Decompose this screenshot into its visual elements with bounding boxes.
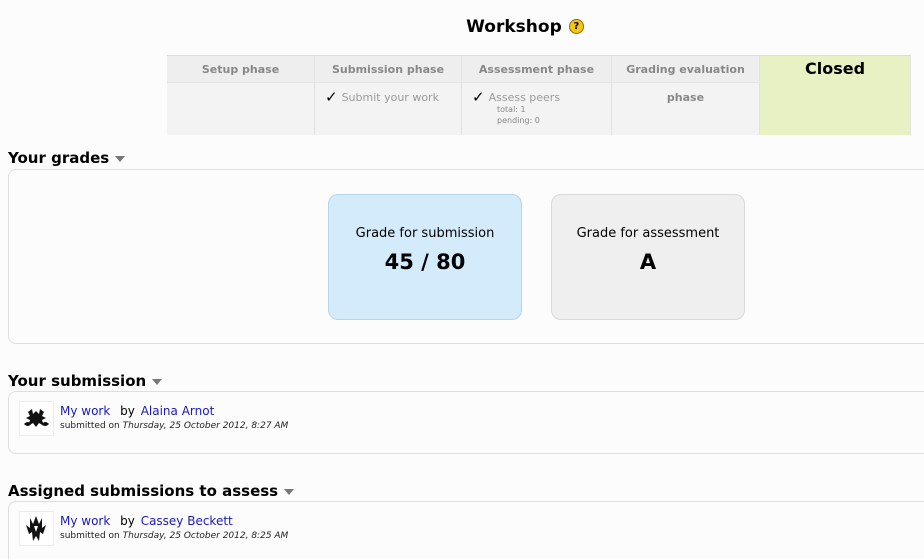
page-title-bar: Workshop ? [0,16,924,37]
avatar [19,511,54,546]
section-title: Your submission [8,372,147,390]
submitted-label: submitted on [60,421,120,431]
phase-title: Assessment phase [462,56,611,83]
submission-grade-label: Grade for submission [355,226,495,241]
workshop-phases: Setup phase Submission phase ✓ Submit yo… [167,55,911,135]
section-title: Your grades [8,149,110,167]
submitted-date: Thursday, 25 October 2012, 8:25 AM [122,531,289,541]
submission-item: My work by Cassey Beckett submitted on T… [19,511,288,546]
task-details-pending: pending: 0 [497,116,540,125]
by-label: by [120,404,135,418]
chevron-down-icon[interactable] [152,379,163,385]
section-title: Assigned submissions to assess [8,482,279,500]
task-label[interactable]: Assess peers [489,91,560,104]
submission-title-link[interactable]: My work [60,404,110,418]
submission-title-link[interactable]: My work [60,514,110,528]
task-submit: ✓ Submit your work [325,88,453,106]
phase-assessment: Assessment phase ✓ Assess peers total: 1… [462,56,612,135]
your-grades-heading[interactable]: Your grades [8,149,126,167]
task-label[interactable]: Submit your work [342,91,439,104]
grades-box: Grade for submission 45 / 80 Grade for a… [8,169,924,344]
page-title: Workshop [466,16,562,37]
submitted-date: Thursday, 25 October 2012, 8:27 AM [122,421,289,431]
phase-grading-evaluation: Grading evaluation phase [612,56,760,135]
phase-title: Submission phase [315,56,461,83]
author-link[interactable]: Cassey Beckett [141,514,233,528]
submission-grade-card: Grade for submission 45 / 80 [328,194,522,320]
avatar [19,401,54,436]
your-submission-box: My work by Alaina Arnot submitted on Thu… [8,391,924,454]
phase-submission: Submission phase ✓ Submit your work [315,56,462,135]
author-link[interactable]: Alaina Arnot [141,404,215,418]
chevron-down-icon[interactable] [115,156,126,162]
assessment-grade-card: Grade for assessment A [551,194,745,320]
chevron-down-icon[interactable] [284,489,295,495]
help-icon[interactable]: ? [568,19,584,34]
assessment-grade-label: Grade for assessment [576,226,720,241]
assigned-submissions-heading[interactable]: Assigned submissions to assess [8,482,295,500]
checkmark-icon: ✓ [325,88,338,106]
assessment-grade-value: A [639,250,657,274]
submission-grade-value: 45 / 80 [384,250,466,274]
your-submission-heading[interactable]: Your submission [8,372,163,390]
phase-title: Grading evaluation phase [612,56,759,104]
by-label: by [120,514,135,528]
phase-setup: Setup phase [167,56,315,135]
task-assess: ✓ Assess peers [472,88,603,106]
phase-title: Closed [804,59,866,78]
submitted-label: submitted on [60,531,120,541]
task-details-total: total: 1 [497,105,526,114]
checkmark-icon: ✓ [472,88,485,106]
submission-item: My work by Alaina Arnot submitted on Thu… [19,401,288,436]
phase-title: Setup phase [167,56,314,83]
assigned-submissions-box: My work by Cassey Beckett submitted on T… [8,501,924,559]
phase-closed: Closed [760,56,911,135]
